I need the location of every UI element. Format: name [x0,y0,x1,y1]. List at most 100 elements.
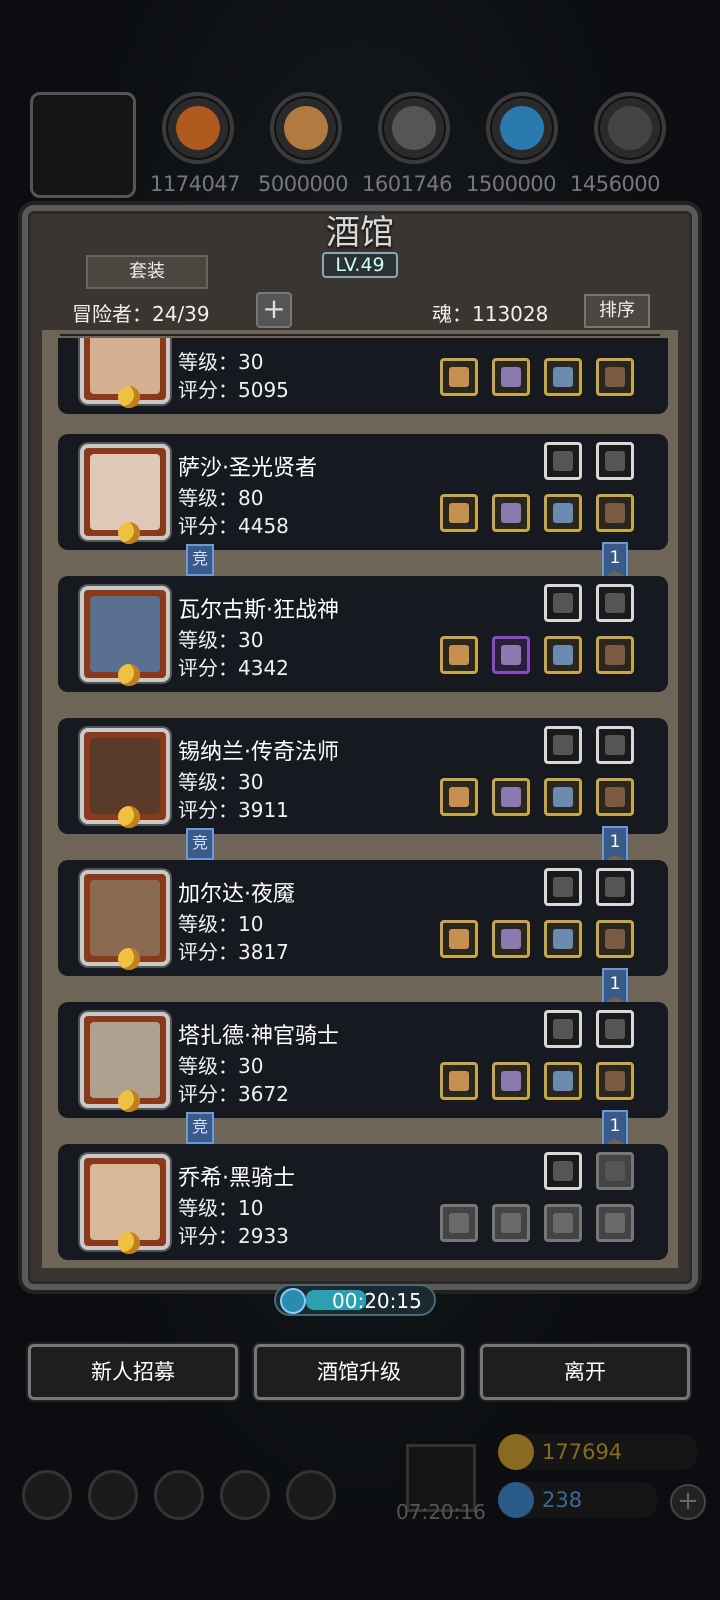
equipment-slot[interactable] [492,1062,530,1100]
equipment-slot[interactable] [492,1204,530,1242]
hero-score: 评分：4458 [178,514,289,538]
menu-hero-icon[interactable] [154,1470,204,1520]
item-icon [553,645,573,665]
moon-icon [118,1090,140,1112]
hero-list[interactable]: 等级：30 评分：5095 萨沙·圣光贤者 等级：80 评分：4458 竞 1 瓦尔古斯·狂战… [42,338,678,1268]
item-icon [553,367,573,387]
equipment-slot[interactable] [544,778,582,816]
equipment-slot[interactable] [544,358,582,396]
equipment-slot[interactable] [596,778,634,816]
hero-card[interactable]: 加尔达·夜魇 等级：10 评分：3817 [58,860,668,976]
hero-face [90,596,160,672]
hero-level: 等级：10 [178,1196,264,1220]
equipment-slot[interactable] [596,494,634,532]
set-tab-button[interactable]: 套装 [86,255,208,289]
item-icon [553,503,573,523]
equipment-slot[interactable] [596,1204,634,1242]
hero-card[interactable]: 锡纳兰·传奇法师 等级：30 评分：3911 [58,718,668,834]
equipment-slot[interactable] [440,494,478,532]
equipment-slot[interactable] [492,358,530,396]
sort-button[interactable]: 排序 [584,294,650,328]
hero-level: 等级：30 [178,770,264,794]
equipment-slot[interactable] [492,636,530,674]
resource-icon [608,106,652,150]
rank-ribbon: 1 [602,1110,628,1146]
add-slot-button[interactable]: + [256,292,292,328]
accessory-slot[interactable] [544,726,582,764]
hero-level: 等级：30 [178,628,264,652]
accessory-slot[interactable] [596,726,634,764]
equipment-slot[interactable] [440,920,478,958]
equipment-slot[interactable] [544,1204,582,1242]
moon-icon [118,806,140,828]
equipment-slot[interactable] [544,920,582,958]
hero-level: 等级：80 [178,486,264,510]
accessory-slot[interactable] [596,1010,634,1048]
item-icon [449,1071,469,1091]
leave-button[interactable]: 离开 [480,1344,690,1400]
hero-card[interactable]: 瓦尔古斯·狂战神 等级：30 评分：4342 [58,576,668,692]
hero-card[interactable]: 乔希·黑骑士 等级：10 评分：2933 [58,1144,668,1260]
equipment-slot[interactable] [544,1062,582,1100]
resource-slot-1[interactable] [270,92,342,164]
resource-slot-3[interactable] [486,92,558,164]
hero-face [90,454,160,530]
hero-card[interactable]: 萨沙·圣光贤者 等级：80 评分：4458 [58,434,668,550]
equipment-slot[interactable] [492,920,530,958]
arena-badge: 竞 [186,544,214,576]
equipment-slot[interactable] [544,494,582,532]
hero-card[interactable]: 塔扎德·神官骑士 等级：30 评分：3672 [58,1002,668,1118]
resource-slot-2[interactable] [378,92,450,164]
menu-map-icon[interactable] [220,1470,270,1520]
equipment-slot[interactable] [440,1062,478,1100]
equipment-slot[interactable] [440,358,478,396]
hero-avatar[interactable] [80,338,170,408]
hero-avatar[interactable] [80,870,170,970]
accessory-slot[interactable] [544,868,582,906]
arena-badge: 竞 [186,1112,214,1144]
equipment-slot[interactable] [440,1204,478,1242]
equipment-slot[interactable] [440,636,478,674]
hero-avatar[interactable] [80,1012,170,1112]
equipment-slot[interactable] [440,778,478,816]
hero-card[interactable]: 等级：30 评分：5095 [58,338,668,414]
add-currency-button[interactable]: + [670,1484,706,1520]
hero-level: 等级：10 [178,912,264,936]
accessory-slot[interactable] [544,1010,582,1048]
menu-gear-icon[interactable] [22,1470,72,1520]
hero-avatar[interactable] [80,728,170,828]
hero-avatar[interactable] [80,444,170,544]
accessory-slot[interactable] [544,442,582,480]
equipment-slot[interactable] [596,920,634,958]
menu-shield-icon[interactable] [88,1470,138,1520]
resource-slot-4[interactable] [594,92,666,164]
accessory-slot[interactable] [544,584,582,622]
equipment-slot[interactable] [492,778,530,816]
item-icon [605,787,625,807]
adventurer-count: 冒险者：24/39 [72,302,210,326]
equipment-slot[interactable] [596,636,634,674]
resource-slot-0[interactable] [162,92,234,164]
item-icon [605,503,625,523]
equipment-slot[interactable] [596,1062,634,1100]
hero-avatar[interactable] [80,586,170,686]
accessory-slot[interactable] [596,584,634,622]
hero-name: 乔希·黑骑士 [178,1166,295,1191]
equipment-slot[interactable] [544,636,582,674]
item-icon [449,503,469,523]
player-portrait[interactable] [30,92,136,198]
item-icon [605,1071,625,1091]
accessory-slot[interactable] [544,1152,582,1190]
hero-avatar[interactable] [80,1154,170,1254]
equipment-slot[interactable] [596,358,634,396]
divider [60,334,660,336]
accessory-slot[interactable] [596,442,634,480]
item-icon [553,451,573,471]
accessory-slot[interactable] [596,868,634,906]
recruit-button[interactable]: 新人招募 [28,1344,238,1400]
equipment-slot[interactable] [492,494,530,532]
menu-forge-icon[interactable] [286,1470,336,1520]
resource-icon [176,106,220,150]
upgrade-tavern-button[interactable]: 酒馆升级 [254,1344,464,1400]
accessory-slot[interactable] [596,1152,634,1190]
